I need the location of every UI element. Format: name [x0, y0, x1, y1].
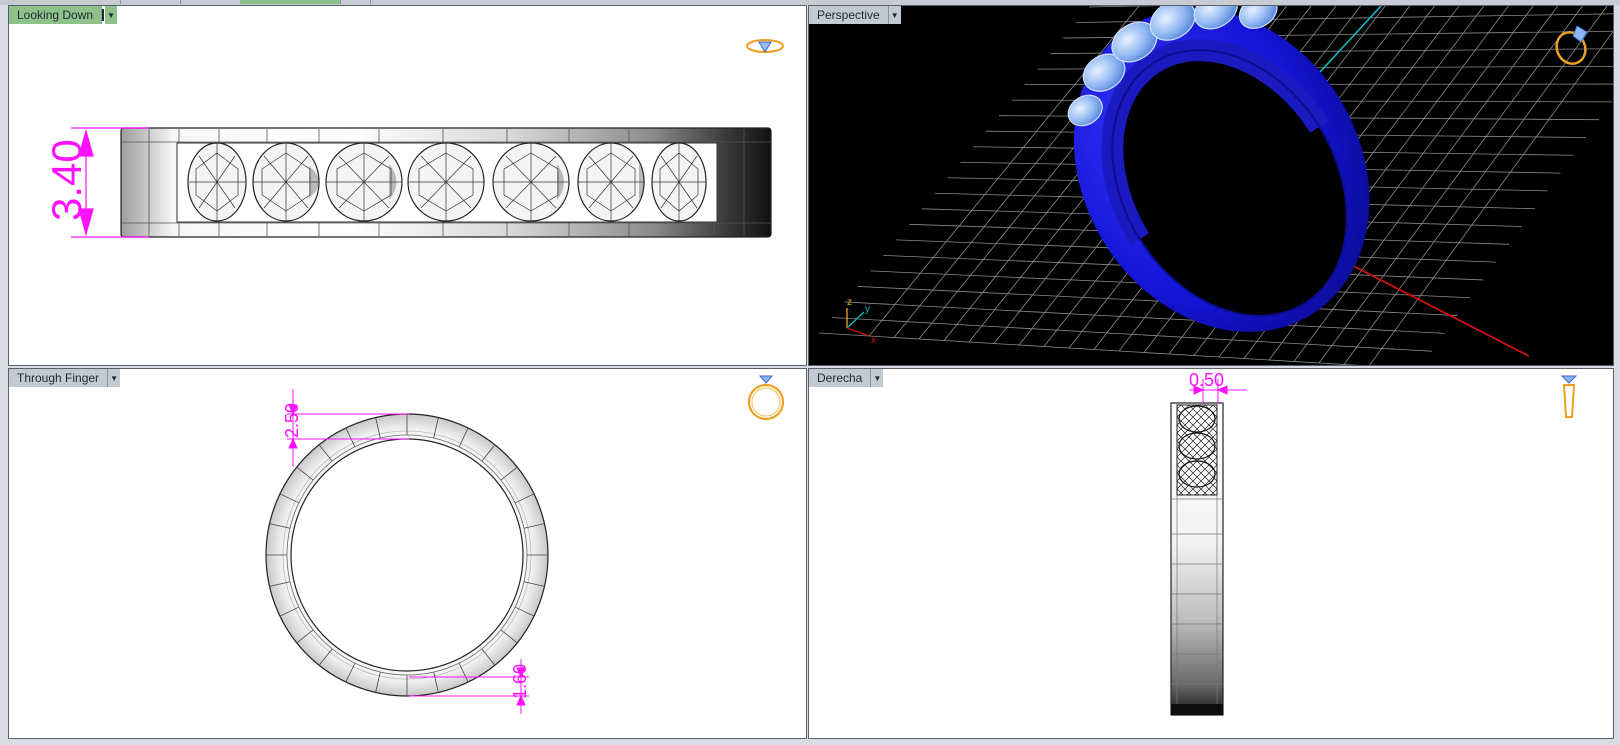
tab-segment[interactable]	[120, 0, 181, 4]
chevron-down-icon[interactable]: ▼	[888, 6, 901, 24]
viewport-derecha[interactable]: Derecha ▼ 0.50	[808, 368, 1614, 739]
viewport-looking-down[interactable]: Looking Down ▼ 3.40	[8, 5, 807, 366]
ring-perspective-icon[interactable]	[1553, 22, 1593, 66]
viewport-title-text: Derecha	[809, 369, 872, 387]
axis-z-label: z	[847, 297, 852, 308]
chevron-down-icon[interactable]: ▼	[105, 6, 118, 24]
ring-side-view-icon[interactable]	[1559, 373, 1579, 423]
chevron-down-icon[interactable]: ▼	[871, 369, 884, 387]
viewport-title-through-finger[interactable]: Through Finger ▼	[9, 369, 121, 387]
grid-line	[831, 317, 1432, 352]
tab-segment[interactable]	[180, 0, 241, 4]
axis-x-label: x	[871, 335, 876, 346]
viewport-through-finger[interactable]: Through Finger ▼ 2.50 1.60	[8, 368, 807, 739]
ring-front-view-icon[interactable]	[747, 373, 787, 423]
dimension-2-50: 2.50	[282, 403, 302, 438]
perspective-drawing: z y x	[818, 6, 1613, 365]
ring-top-view-icon[interactable]	[745, 34, 785, 58]
chevron-down-icon[interactable]: ▼	[108, 369, 121, 387]
front-view-drawing: 2.50 1.60	[265, 389, 549, 714]
tab-segment[interactable]	[340, 0, 371, 4]
viewport-title-text: Through Finger	[9, 369, 109, 387]
viewport-title-text: Perspective	[809, 6, 889, 24]
separator	[102, 9, 105, 21]
tab-segment-active[interactable]	[240, 0, 341, 4]
viewport-title-looking-down[interactable]: Looking Down ▼	[9, 6, 118, 24]
ring-inner	[290, 438, 524, 672]
viewport-perspective[interactable]: Perspective ▼ z y x	[808, 5, 1614, 366]
tab-segment[interactable]	[0, 0, 121, 4]
viewport-title-text: Looking Down	[9, 6, 103, 24]
top-view-drawing: 3.40	[43, 127, 772, 238]
dimension-1-60: 1.60	[510, 664, 530, 699]
axis-y-label: y	[865, 304, 870, 315]
side-view-drawing: 0.50	[1170, 370, 1247, 716]
dimension-3-40: 3.40	[43, 139, 90, 221]
grid-line	[844, 301, 1445, 334]
viewport-title-derecha[interactable]: Derecha ▼	[809, 369, 884, 387]
dimension-0-50: 0.50	[1189, 370, 1224, 390]
viewport-title-perspective[interactable]: Perspective ▼	[809, 6, 901, 24]
